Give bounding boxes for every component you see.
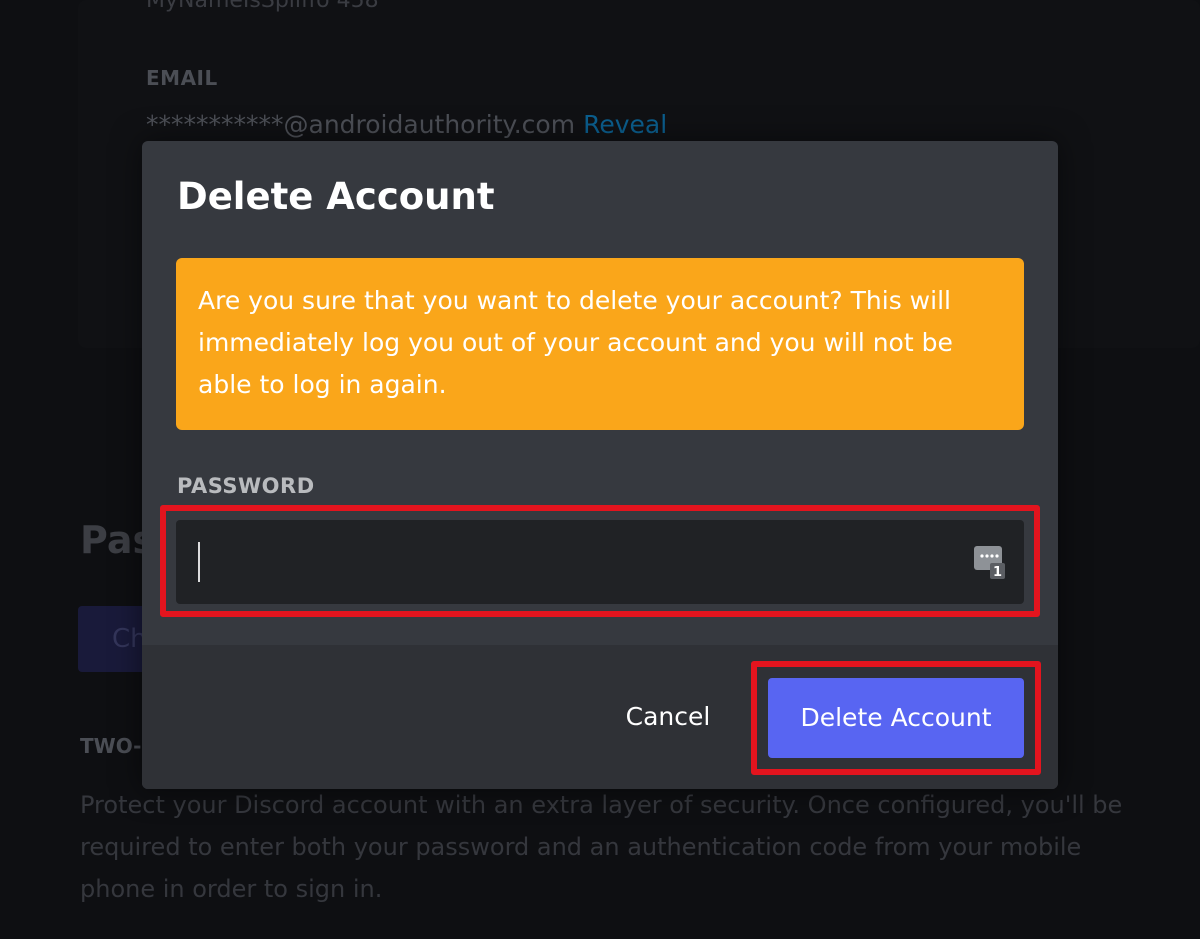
modal-title: Delete Account	[177, 175, 495, 218]
email-value: ***********@androidauthority.com Reveal	[146, 110, 667, 139]
password-input[interactable]	[176, 520, 1024, 604]
warning-box: Are you sure that you want to delete you…	[176, 258, 1024, 430]
two-factor-description: Protect your Discord account with an ext…	[80, 791, 1123, 903]
email-masked: ***********@androidauthority.com	[146, 110, 576, 139]
delete-account-button[interactable]: Delete Account	[768, 678, 1024, 758]
password-manager-icon[interactable]: 1	[973, 544, 1007, 580]
password-label: PASSWORD	[177, 474, 315, 498]
svg-text:1: 1	[993, 565, 1002, 580]
reveal-link[interactable]: Reveal	[583, 110, 667, 139]
email-label: EMAIL	[146, 66, 218, 90]
delete-account-modal: Delete Account Are you sure that you wan…	[142, 141, 1058, 789]
two-factor-label: TWO-	[80, 734, 142, 758]
modal-footer: Cancel Delete Account	[142, 645, 1058, 789]
username-text: MyNameIsSpliffo 458	[146, 0, 379, 13]
text-caret	[198, 542, 200, 582]
warning-text: Are you sure that you want to delete you…	[198, 286, 953, 399]
cancel-button[interactable]: Cancel	[612, 693, 724, 741]
